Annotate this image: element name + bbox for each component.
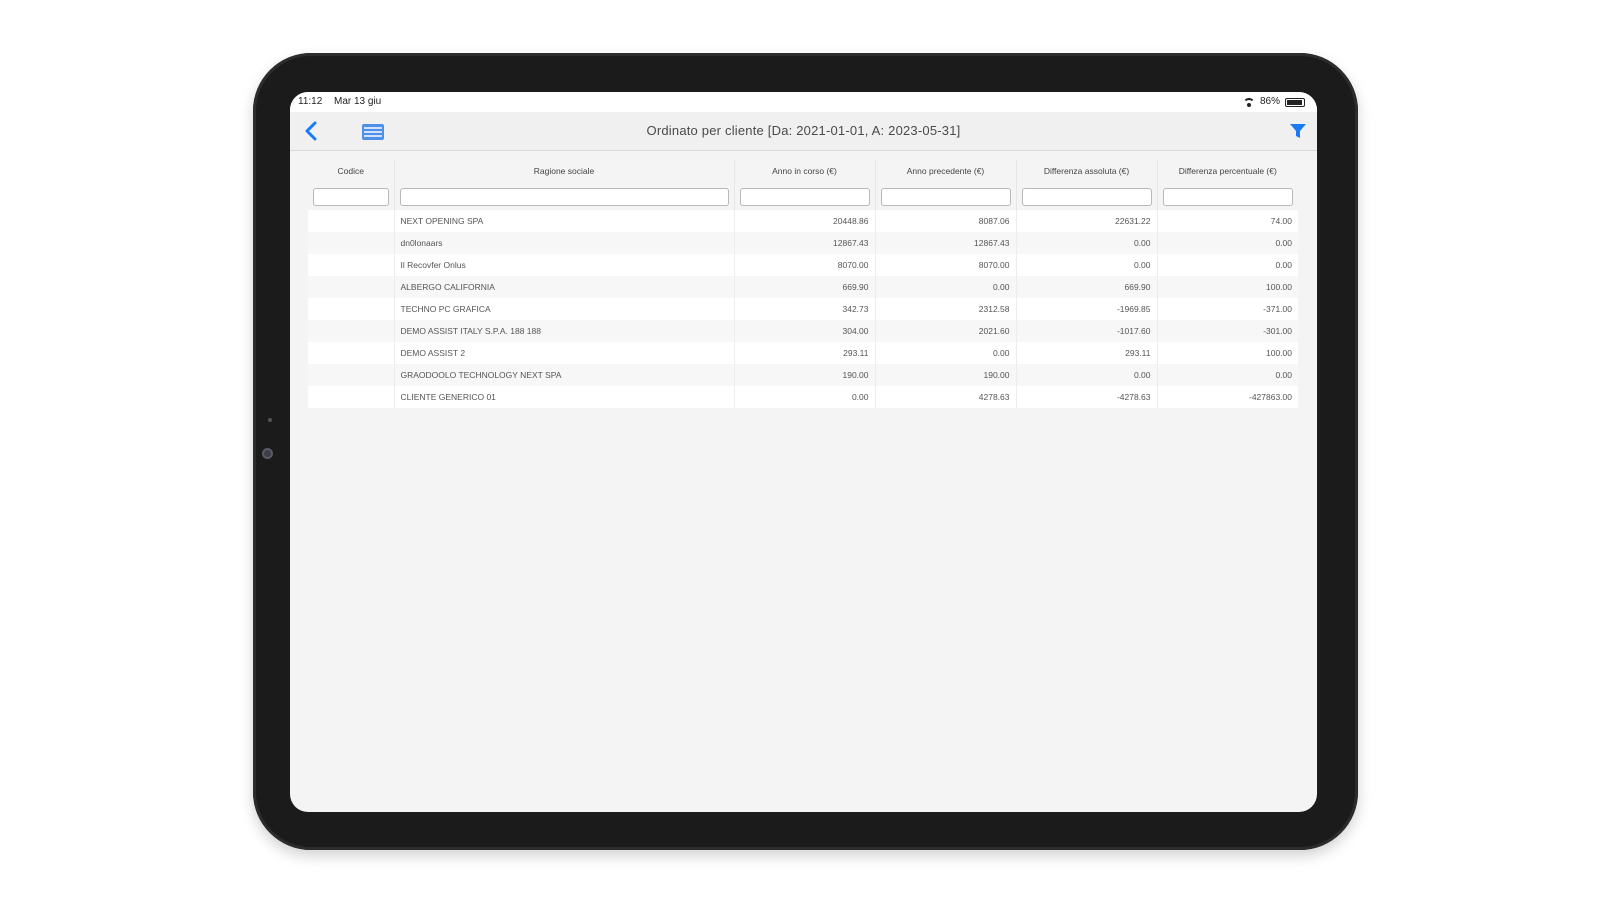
cell-ragione-sociale: DEMO ASSIST ITALY S.P.A. 188 188 — [394, 320, 735, 342]
status-indicators: 86% — [1242, 92, 1305, 112]
column-header-ragione-sociale[interactable]: Ragione sociale — [394, 160, 735, 182]
cell-anno-precedente: 0.00 — [875, 276, 1017, 298]
column-header-anno-precedente[interactable]: Anno precedente (€) — [875, 160, 1017, 182]
cell-anno-in-corso: 12867.43 — [734, 232, 876, 254]
cell-anno-in-corso: 304.00 — [734, 320, 876, 342]
filter-input-codice[interactable] — [313, 187, 389, 206]
filter-row — [308, 182, 1298, 210]
cell-anno-in-corso: 342.73 — [734, 298, 876, 320]
cell-anno-in-corso: 293.11 — [734, 342, 876, 364]
cell-ragione-sociale: Il Recovfer Onlus — [394, 254, 735, 276]
cell-differenza-assoluta: 22631.22 — [1016, 210, 1158, 232]
customer-orders-table: Codice Ragione sociale Anno in corso (€)… — [308, 160, 1298, 408]
navigation-bar: Ordinato per cliente [Da: 2021-01-01, A:… — [290, 112, 1317, 151]
cell-anno-precedente: 190.00 — [875, 364, 1017, 386]
wifi-icon — [1242, 97, 1255, 107]
status-time: 11:12 — [298, 96, 323, 107]
table-header-row: Codice Ragione sociale Anno in corso (€)… — [308, 160, 1298, 182]
cell-differenza-percentuale: 0.00 — [1157, 232, 1298, 254]
cell-anno-precedente: 8087.06 — [875, 210, 1017, 232]
cell-anno-in-corso: 20448.86 — [734, 210, 876, 232]
table-row[interactable]: ALBERGO CALIFORNIA 669.90 0.00 669.90 10… — [308, 276, 1298, 298]
cell-anno-in-corso: 190.00 — [734, 364, 876, 386]
cell-codice — [308, 320, 395, 342]
status-date: Mar 13 giu — [334, 96, 382, 107]
cell-anno-precedente: 12867.43 — [875, 232, 1017, 254]
cell-codice — [308, 364, 395, 386]
cell-codice — [308, 254, 395, 276]
table-row[interactable]: Il Recovfer Onlus 8070.00 8070.00 0.00 0… — [308, 254, 1298, 276]
column-header-differenza-percentuale[interactable]: Differenza percentuale (€) — [1157, 160, 1298, 182]
cell-differenza-assoluta: -1969.85 — [1016, 298, 1158, 320]
cell-anno-in-corso: 669.90 — [734, 276, 876, 298]
table-row[interactable]: TECHNO PC GRAFICA 342.73 2312.58 -1969.8… — [308, 298, 1298, 320]
cell-anno-precedente: 4278.63 — [875, 386, 1017, 408]
list-icon[interactable] — [362, 124, 384, 140]
page-title: Ordinato per cliente [Da: 2021-01-01, A:… — [646, 123, 961, 138]
filter-input-anno-precedente[interactable] — [880, 187, 1011, 206]
cell-differenza-percentuale: -301.00 — [1157, 320, 1298, 342]
filter-icon[interactable] — [1289, 122, 1307, 140]
table-row[interactable]: NEXT OPENING SPA 20448.86 8087.06 22631.… — [308, 210, 1298, 232]
cell-ragione-sociale: GRAODOOLO TECHNOLOGY NEXT SPA — [394, 364, 735, 386]
cell-differenza-assoluta: 293.11 — [1016, 342, 1158, 364]
battery-icon — [1285, 97, 1305, 107]
cell-anno-in-corso: 0.00 — [734, 386, 876, 408]
cell-differenza-percentuale: 100.00 — [1157, 276, 1298, 298]
column-header-codice[interactable]: Codice — [308, 160, 395, 182]
cell-codice — [308, 232, 395, 254]
cell-codice — [308, 210, 395, 232]
cell-ragione-sociale: CLIENTE GENERICO 01 — [394, 386, 735, 408]
app-screen: 11:12 Mar 13 giu 86% Ordinato per client… — [290, 92, 1317, 812]
table-row[interactable]: DEMO ASSIST 2 293.11 0.00 293.11 100.00 — [308, 342, 1298, 364]
cell-differenza-percentuale: -427863.00 — [1157, 386, 1298, 408]
back-chevron-icon[interactable] — [300, 119, 324, 143]
cell-ragione-sociale: TECHNO PC GRAFICA — [394, 298, 735, 320]
cell-differenza-percentuale: 74.00 — [1157, 210, 1298, 232]
cell-differenza-assoluta: 0.00 — [1016, 254, 1158, 276]
cell-anno-precedente: 0.00 — [875, 342, 1017, 364]
cell-ragione-sociale: ALBERGO CALIFORNIA — [394, 276, 735, 298]
cell-anno-precedente: 8070.00 — [875, 254, 1017, 276]
status-bar: 11:12 Mar 13 giu 86% — [290, 92, 1317, 112]
front-camera — [262, 448, 273, 459]
cell-differenza-assoluta: 669.90 — [1016, 276, 1158, 298]
column-header-differenza-assoluta[interactable]: Differenza assoluta (€) — [1016, 160, 1158, 182]
table-row[interactable]: GRAODOOLO TECHNOLOGY NEXT SPA 190.00 190… — [308, 364, 1298, 386]
table-row[interactable]: DEMO ASSIST ITALY S.P.A. 188 188 304.00 … — [308, 320, 1298, 342]
cell-codice — [308, 298, 395, 320]
cell-ragione-sociale: DEMO ASSIST 2 — [394, 342, 735, 364]
cell-codice — [308, 342, 395, 364]
column-header-anno-in-corso[interactable]: Anno in corso (€) — [734, 160, 876, 182]
cell-differenza-assoluta: 0.00 — [1016, 364, 1158, 386]
cell-differenza-assoluta: -4278.63 — [1016, 386, 1158, 408]
cell-codice — [308, 386, 395, 408]
cell-anno-precedente: 2021.60 — [875, 320, 1017, 342]
cell-differenza-percentuale: -371.00 — [1157, 298, 1298, 320]
filter-input-anno-in-corso[interactable] — [739, 187, 870, 206]
battery-percent: 86% — [1259, 96, 1280, 107]
cell-differenza-assoluta: -1017.60 — [1016, 320, 1158, 342]
cell-differenza-percentuale: 0.00 — [1157, 254, 1298, 276]
side-indicator-dot — [268, 418, 272, 422]
cell-ragione-sociale: NEXT OPENING SPA — [394, 210, 735, 232]
filter-input-differenza-assoluta[interactable] — [1021, 187, 1152, 206]
cell-codice — [308, 276, 395, 298]
cell-ragione-sociale: dn0lonaars — [394, 232, 735, 254]
cell-differenza-percentuale: 0.00 — [1157, 364, 1298, 386]
filter-input-ragione-sociale[interactable] — [399, 187, 729, 206]
cell-differenza-assoluta: 0.00 — [1016, 232, 1158, 254]
table-row[interactable]: CLIENTE GENERICO 01 0.00 4278.63 -4278.6… — [308, 386, 1298, 408]
filter-input-differenza-percentuale[interactable] — [1162, 187, 1293, 206]
cell-differenza-percentuale: 100.00 — [1157, 342, 1298, 364]
table-row[interactable]: dn0lonaars 12867.43 12867.43 0.00 0.00 — [308, 232, 1298, 254]
cell-anno-precedente: 2312.58 — [875, 298, 1017, 320]
cell-anno-in-corso: 8070.00 — [734, 254, 876, 276]
